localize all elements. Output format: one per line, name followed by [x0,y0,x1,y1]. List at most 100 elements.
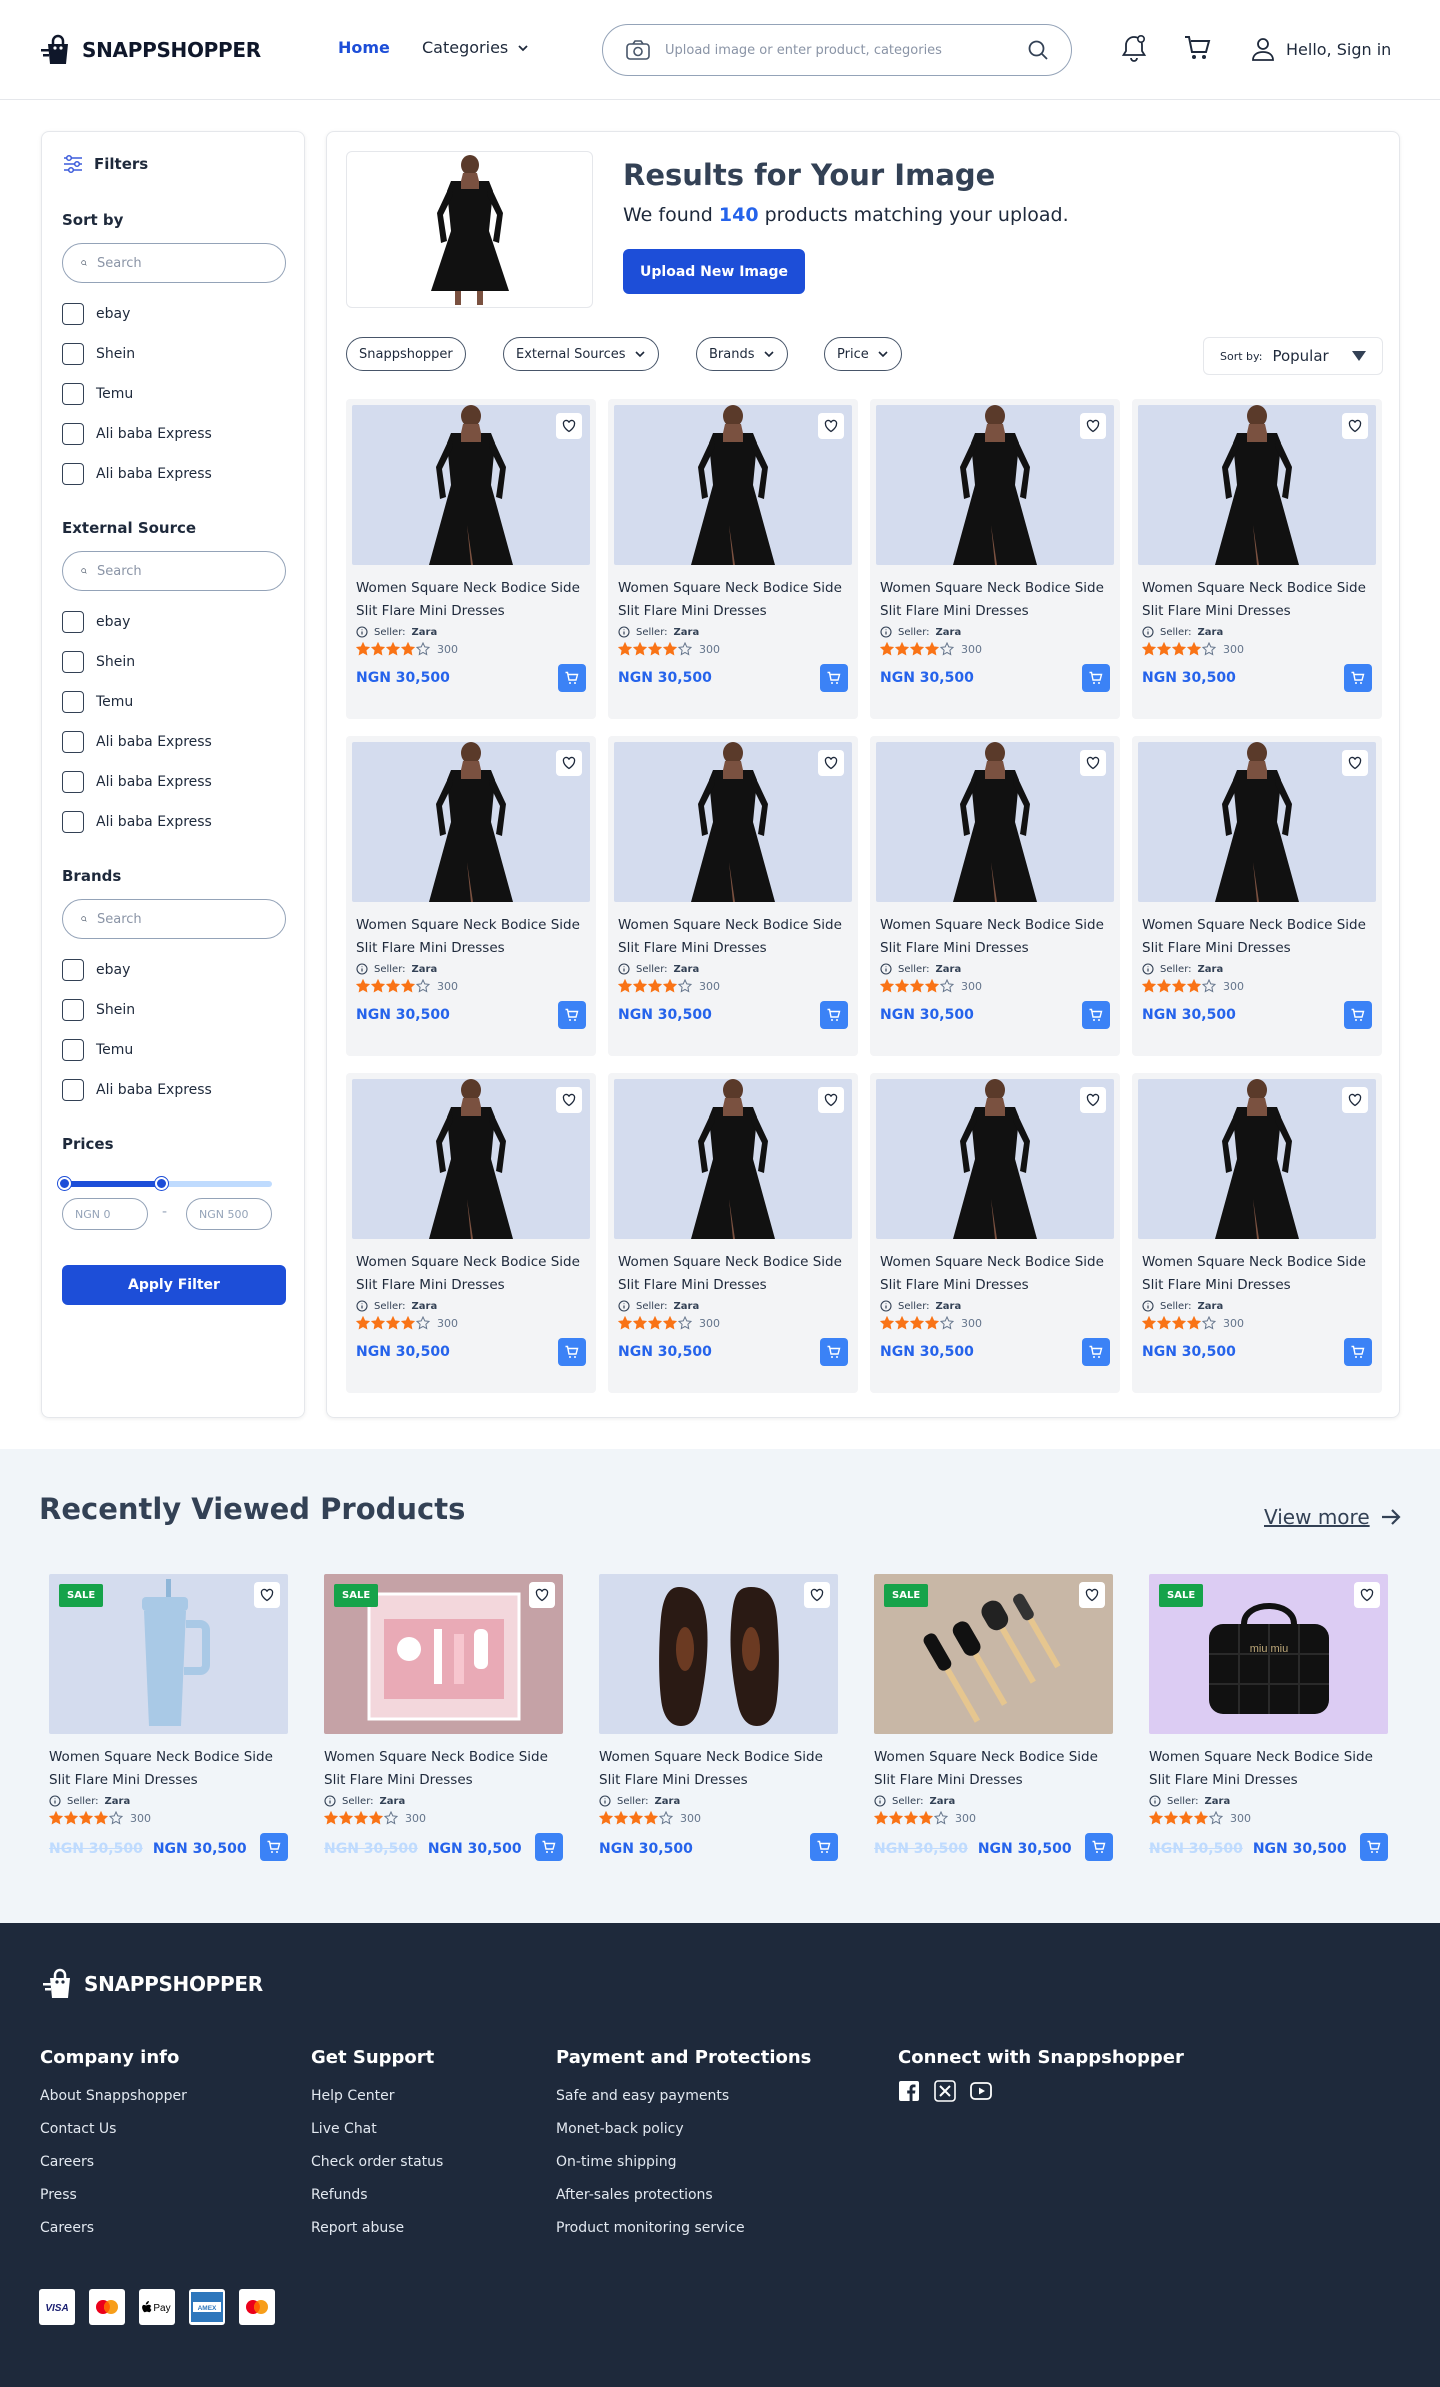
recent-product-card[interactable]: Women Square Neck Bodice Side Slit Flare… [599,1574,838,1861]
footer-link[interactable]: Contact Us [40,2113,187,2146]
add-to-cart-button[interactable] [1085,1833,1113,1861]
sort-by-option[interactable]: Shein [62,343,135,365]
brands-option[interactable]: ebay [62,959,130,981]
wishlist-button[interactable] [1342,1087,1368,1113]
footer-link[interactable]: Careers [40,2146,187,2179]
checkbox[interactable] [62,1079,84,1101]
product-image[interactable] [352,405,590,565]
product-image[interactable] [614,405,852,565]
product-card[interactable]: Women Square Neck Bodice Side Slit Flare… [1132,736,1382,1056]
add-to-cart-button[interactable] [1344,1338,1372,1366]
product-card[interactable]: Women Square Neck Bodice Side Slit Flare… [870,1073,1120,1393]
product-name[interactable]: Women Square Neck Bodice Side Slit Flare… [1138,577,1376,623]
product-name[interactable]: Women Square Neck Bodice Side Slit Flare… [614,1251,852,1297]
min-price-input[interactable] [62,1198,148,1230]
product-image[interactable] [352,1079,590,1239]
external-source-option[interactable]: Ali baba Express [62,771,212,793]
product-name[interactable]: Women Square Neck Bodice Side Slit Flare… [874,1746,1113,1792]
product-name[interactable]: Women Square Neck Bodice Side Slit Flare… [1138,1251,1376,1297]
product-name[interactable]: Women Square Neck Bodice Side Slit Flare… [876,914,1114,960]
external-source-option[interactable]: Ali baba Express [62,731,212,753]
wishlist-button[interactable] [556,750,582,776]
wishlist-button[interactable] [1080,750,1106,776]
camera-icon[interactable] [625,39,651,61]
product-name[interactable]: Women Square Neck Bodice Side Slit Flare… [599,1746,838,1792]
product-image[interactable] [876,405,1114,565]
wishlist-button[interactable] [818,1087,844,1113]
add-to-cart-button[interactable] [820,664,848,692]
product-image[interactable]: SALE [49,1574,288,1734]
wishlist-button[interactable] [818,750,844,776]
external-source-option[interactable]: Ali baba Express [62,811,212,833]
add-to-cart-button[interactable] [1344,1001,1372,1029]
sort-by-option[interactable]: Temu [62,383,133,405]
checkbox[interactable] [62,343,84,365]
product-name[interactable]: Women Square Neck Bodice Side Slit Flare… [876,577,1114,623]
add-to-cart-button[interactable] [558,1001,586,1029]
brands-option[interactable]: Ali baba Express [62,1079,212,1101]
wishlist-button[interactable] [254,1582,280,1608]
chip-price[interactable]: Price [824,337,902,371]
product-card[interactable]: Women Square Neck Bodice Side Slit Flare… [870,399,1120,719]
sign-in-link[interactable]: Hello, Sign in [1250,36,1391,62]
product-card[interactable]: Women Square Neck Bodice Side Slit Flare… [608,399,858,719]
product-image[interactable] [614,742,852,902]
checkbox[interactable] [62,383,84,405]
footer-link[interactable]: Product monitoring service [556,2212,811,2245]
wishlist-button[interactable] [804,1582,830,1608]
youtube-icon[interactable] [970,2080,992,2102]
product-image[interactable] [1138,742,1376,902]
product-card[interactable]: Women Square Neck Bodice Side Slit Flare… [346,1073,596,1393]
upload-new-image-button[interactable]: Upload New Image [623,249,805,294]
product-name[interactable]: Women Square Neck Bodice Side Slit Flare… [352,577,590,623]
notification-bell-icon[interactable] [1118,32,1150,64]
nav-home-link[interactable]: Home [338,38,390,57]
wishlist-button[interactable] [818,413,844,439]
add-to-cart-button[interactable] [810,1833,838,1861]
add-to-cart-button[interactable] [1344,664,1372,692]
footer-link[interactable]: Help Center [311,2080,443,2113]
chip-external-sources[interactable]: External Sources [503,337,659,371]
apply-filter-button[interactable]: Apply Filter [62,1265,286,1305]
footer-link[interactable]: Careers [40,2212,187,2245]
wishlist-button[interactable] [1080,413,1106,439]
add-to-cart-button[interactable] [820,1001,848,1029]
checkbox[interactable] [62,771,84,793]
product-card[interactable]: Women Square Neck Bodice Side Slit Flare… [1132,399,1382,719]
product-name[interactable]: Women Square Neck Bodice Side Slit Flare… [1138,914,1376,960]
chip-snappshopper[interactable]: Snappshopper [346,337,466,371]
wishlist-button[interactable] [1079,1582,1105,1608]
checkbox[interactable] [62,1039,84,1061]
nav-categories-dropdown[interactable]: Categories [422,38,530,57]
checkbox[interactable] [62,303,84,325]
add-to-cart-button[interactable] [1082,1338,1110,1366]
wishlist-button[interactable] [1342,750,1368,776]
max-price-input[interactable] [186,1198,272,1230]
sort-by-option[interactable]: Ali baba Express [62,423,212,445]
add-to-cart-button[interactable] [558,664,586,692]
search-input[interactable] [665,42,1013,58]
product-image[interactable] [1138,405,1376,565]
footer-link[interactable]: After-sales protections [556,2179,811,2212]
add-to-cart-button[interactable] [1082,1001,1110,1029]
wishlist-button[interactable] [556,413,582,439]
footer-brand-logo[interactable]: SNAPPSHOPPER [42,1967,263,2001]
recent-product-card[interactable]: SALE Women Square Neck Bodice Side Slit … [874,1574,1113,1861]
brands-option[interactable]: Shein [62,999,135,1021]
checkbox[interactable] [62,959,84,981]
product-name[interactable]: Women Square Neck Bodice Side Slit Flare… [614,577,852,623]
sort-by-search-input[interactable] [97,255,267,271]
footer-link[interactable]: Press [40,2179,187,2212]
wishlist-button[interactable] [556,1087,582,1113]
product-name[interactable]: Women Square Neck Bodice Side Slit Flare… [324,1746,563,1792]
slider-min-handle[interactable] [58,1177,71,1190]
brands-search-input[interactable] [97,911,267,927]
add-to-cart-button[interactable] [820,1338,848,1366]
product-image[interactable] [352,742,590,902]
external-source-option[interactable]: Temu [62,691,133,713]
checkbox[interactable] [62,651,84,673]
product-image[interactable] [614,1079,852,1239]
add-to-cart-button[interactable] [1360,1833,1388,1861]
add-to-cart-button[interactable] [260,1833,288,1861]
checkbox[interactable] [62,999,84,1021]
